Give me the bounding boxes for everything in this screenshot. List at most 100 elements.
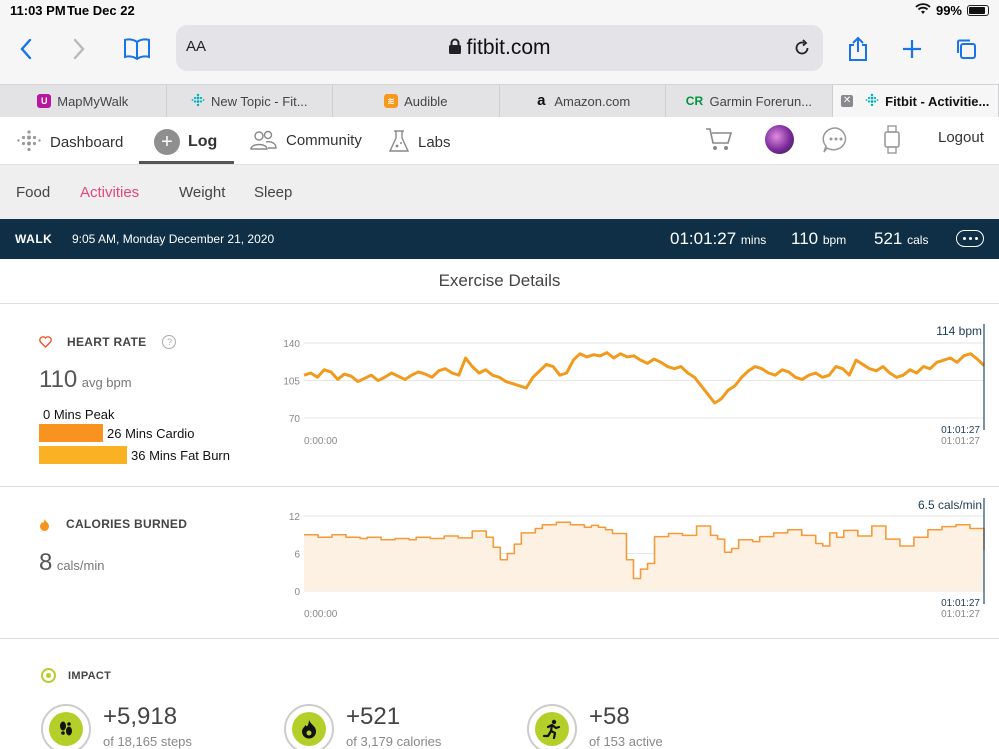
heart-rate-chart: 70 105 140 114 bpm 0:00:00 01:01:2701:01:27 bbox=[283, 324, 986, 447]
nav-log-label: Log bbox=[188, 133, 218, 150]
logout-link[interactable]: Logout bbox=[938, 129, 984, 146]
amazon-favicon-icon: a bbox=[537, 92, 546, 109]
battery-icon bbox=[967, 5, 989, 16]
flask-icon bbox=[388, 130, 410, 152]
device-watch-icon[interactable] bbox=[883, 125, 901, 160]
impact-active-value: +58 bbox=[589, 703, 630, 730]
avatar[interactable] bbox=[765, 125, 794, 154]
active-nav-underline bbox=[139, 161, 234, 164]
tab-label: Amazon.com bbox=[554, 93, 631, 109]
tabs-icon bbox=[957, 39, 976, 59]
activity-type: WALK bbox=[15, 232, 53, 246]
target-icon bbox=[41, 668, 56, 683]
subnav-food[interactable]: Food bbox=[16, 184, 50, 201]
subnav-weight[interactable]: Weight bbox=[179, 184, 225, 201]
tab-mapmywalk[interactable]: U MapMyWalk bbox=[0, 85, 167, 117]
tab-new-topic[interactable]: New Topic - Fit... bbox=[167, 85, 333, 117]
help-icon[interactable]: ? bbox=[162, 335, 177, 349]
nav-labs[interactable]: Labs bbox=[388, 129, 451, 155]
series-line bbox=[303, 351, 986, 405]
zone-bar bbox=[39, 405, 42, 423]
x-end-label: 01:01:27 bbox=[941, 598, 980, 609]
tab-audible[interactable]: ≋ Audible bbox=[333, 85, 500, 117]
y-tick-label: 140 bbox=[283, 339, 300, 350]
duration-stat: 01:01:27 mins bbox=[670, 229, 766, 249]
subnav-activities[interactable]: Activities bbox=[80, 184, 139, 201]
impact-steps-sub: of 18,165 steps bbox=[103, 734, 192, 749]
tab-label: New Topic - Fit... bbox=[210, 93, 308, 109]
lock-icon bbox=[449, 38, 462, 54]
mapmywalk-favicon-icon: U bbox=[37, 94, 52, 108]
y-tick-label: 6 bbox=[294, 550, 300, 561]
status-right: 99% bbox=[915, 3, 989, 18]
cart-icon[interactable] bbox=[705, 126, 733, 157]
impact-active-sub: of 153 active bbox=[589, 734, 663, 749]
heart-avg-value: 110 bbox=[39, 366, 78, 393]
calories-value-box: 8 cals/min bbox=[39, 549, 105, 577]
nav-community-label: Community bbox=[286, 131, 362, 149]
messages-icon[interactable] bbox=[821, 125, 851, 160]
flame-icon bbox=[40, 518, 49, 531]
close-tab-icon[interactable]: ✕ bbox=[841, 95, 854, 107]
share-button[interactable] bbox=[840, 32, 876, 66]
tab-amazon[interactable]: a Amazon.com bbox=[500, 85, 666, 117]
reload-icon[interactable] bbox=[793, 39, 811, 57]
address-bar[interactable]: AA fitbit.com bbox=[176, 25, 823, 71]
heart-avg: 110 avg bpm bbox=[39, 366, 132, 394]
current-value-label: 114 bpm bbox=[936, 324, 982, 338]
tab-garmin[interactable]: CR Garmin Forerun... bbox=[666, 85, 833, 117]
y-tick-label: 105 bbox=[283, 377, 300, 388]
nav-community[interactable]: Community bbox=[249, 129, 362, 151]
impact-calories-badge bbox=[284, 704, 334, 749]
nav-dashboard[interactable]: Dashboard bbox=[16, 129, 123, 155]
nav-labs-label: Labs bbox=[418, 133, 451, 151]
current-value-label: 6.5 cals/min bbox=[918, 498, 982, 512]
flame-icon bbox=[302, 720, 316, 739]
back-button[interactable] bbox=[8, 32, 44, 66]
nav-log[interactable]: + Log bbox=[154, 129, 217, 155]
new-tab-button[interactable] bbox=[894, 32, 930, 66]
tab-label: MapMyWalk bbox=[57, 93, 129, 109]
footprints-icon bbox=[60, 721, 72, 736]
zone-label: 0 Mins Peak bbox=[43, 406, 115, 422]
plus-icon bbox=[903, 40, 921, 58]
calories-value: 8 bbox=[39, 549, 53, 576]
heart-icon bbox=[39, 336, 52, 348]
wifi-icon bbox=[915, 3, 931, 18]
zone-fat-burn: 36 Mins Fat Burn bbox=[39, 446, 230, 464]
y-tick-label: 12 bbox=[289, 512, 301, 523]
bookmarks-button[interactable] bbox=[119, 32, 155, 66]
running-person-icon bbox=[542, 719, 561, 739]
series-area bbox=[304, 522, 984, 591]
browser-toolbar: AA fitbit.com bbox=[0, 22, 999, 84]
x-start-label: 0:00:00 bbox=[304, 609, 338, 620]
calories-unit: cals/min bbox=[56, 558, 105, 573]
activity-summary-bar: WALK 9:05 AM, Monday December 21, 2020 0… bbox=[0, 219, 999, 259]
book-icon bbox=[124, 38, 150, 60]
section-title: Exercise Details bbox=[438, 271, 561, 290]
community-icon bbox=[250, 130, 277, 150]
share-icon bbox=[849, 36, 867, 61]
duration-unit: mins bbox=[740, 233, 767, 247]
impact-active-badge bbox=[527, 704, 577, 749]
tabs-overview-button[interactable] bbox=[948, 32, 984, 66]
url-host-text: fitbit.com bbox=[466, 36, 551, 59]
tab-fitbit-active[interactable]: ✕ Fitbit - Activitie... bbox=[832, 85, 999, 117]
more-options-button[interactable] bbox=[956, 230, 984, 247]
heart-rate-header: HEART RATE ? bbox=[39, 335, 177, 349]
consumer-reports-favicon-icon: CR bbox=[685, 94, 704, 108]
impact-header: IMPACT bbox=[41, 668, 111, 683]
chevron-left-icon bbox=[20, 38, 32, 60]
fitbit-logo-icon bbox=[17, 130, 41, 152]
clock: 11:03 PM bbox=[10, 3, 66, 18]
subnav-sleep[interactable]: Sleep bbox=[254, 184, 292, 201]
forward-button[interactable] bbox=[61, 32, 97, 66]
nav-dashboard-label: Dashboard bbox=[50, 133, 124, 151]
tab-label: Garmin Forerun... bbox=[709, 93, 813, 109]
url-host: fitbit.com bbox=[176, 36, 823, 60]
divider bbox=[0, 303, 999, 304]
fitbit-main-nav: Dashboard + Log Community Labs Logout bbox=[0, 117, 999, 165]
impact-steps-badge bbox=[41, 704, 91, 749]
plus-circle-icon: + bbox=[154, 129, 180, 155]
calories-chart: 0 6 12 6.5 cals/min 0:00:00 01:01:2701:01:27 bbox=[289, 498, 985, 620]
